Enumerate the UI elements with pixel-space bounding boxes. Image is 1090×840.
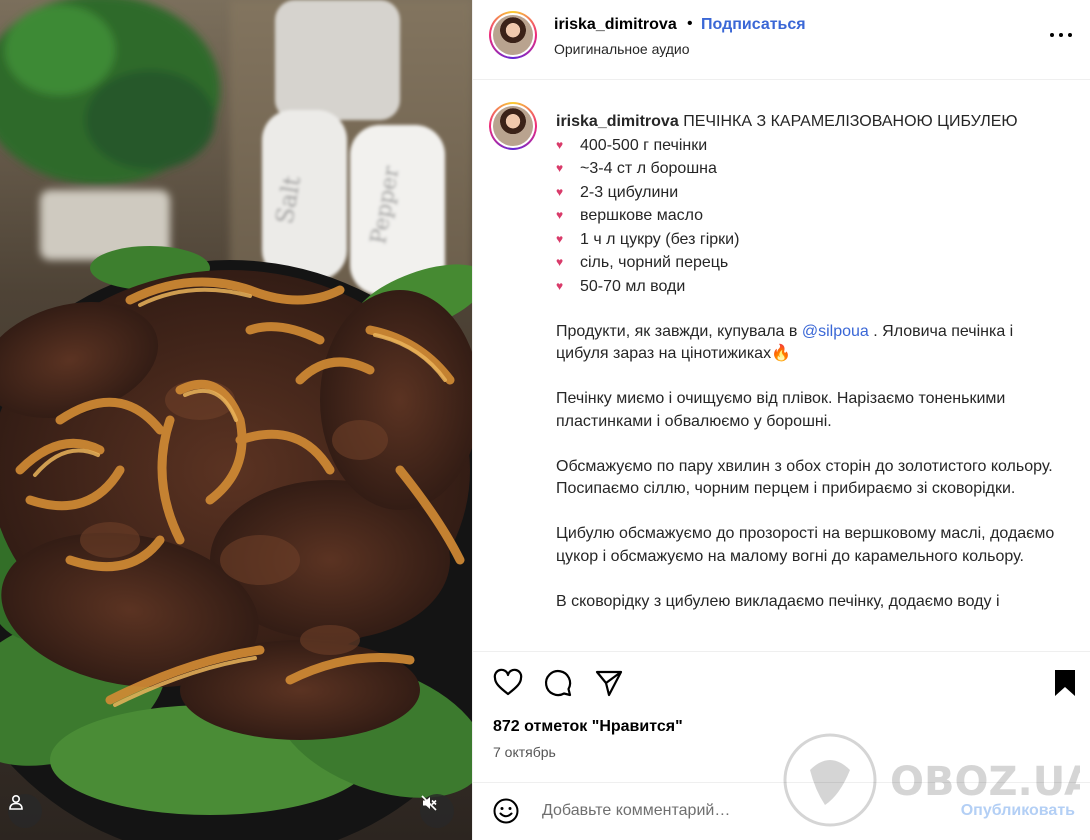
emoji-icon[interactable]	[493, 798, 519, 824]
heart-bullet-icon: ♥	[556, 278, 564, 293]
ingredient-item: ♥ 50-70 мл води	[556, 275, 1056, 299]
heart-bullet-icon: ♥	[556, 231, 564, 246]
tagged-users-button[interactable]	[8, 794, 42, 828]
user-icon	[9, 794, 23, 810]
speaker-muted-icon	[421, 795, 437, 811]
caption-paragraph: Продукти, як завжди, купувала в @silpoua…	[556, 322, 1014, 363]
author-username[interactable]: iriska_dimitrova	[554, 16, 677, 34]
caption-paragraph: Обсмажуємо по пару хвилин з обох сторін …	[556, 457, 1053, 498]
food-photo: Salt Pepper	[0, 0, 472, 840]
comment-icon[interactable]	[543, 668, 573, 698]
audio-link[interactable]: Оригинальное аудио	[554, 41, 690, 57]
separator-dot: •	[687, 15, 693, 32]
more-options-icon[interactable]	[1050, 33, 1072, 41]
mute-button[interactable]	[420, 794, 454, 828]
caption-scroll-area[interactable]: iriska_dimitrova ПЕЧІНКА З КАРАМЕЛІЗОВАН…	[473, 81, 1090, 651]
follow-button[interactable]: Подписаться	[701, 16, 806, 34]
heart-bullet-icon: ♥	[556, 255, 564, 269]
heart-icon[interactable]	[493, 668, 523, 698]
heart-bullet-icon: ♥	[556, 161, 564, 175]
post-caption: iriska_dimitrova ПЕЧІНКА З КАРАМЕЛІЗОВАН…	[556, 111, 1056, 613]
caption-author-avatar[interactable]	[489, 102, 537, 150]
post-header: iriska_dimitrova • Подписаться Оригиналь…	[473, 0, 1090, 80]
post-media[interactable]: Salt Pepper	[0, 0, 472, 840]
heart-bullet-icon: ♥	[556, 208, 564, 222]
oboz-watermark: OBOZ.UA	[783, 733, 1080, 827]
post-side-panel: iriska_dimitrova • Подписаться Оригиналь…	[472, 0, 1090, 840]
heart-bullet-icon: ♥	[556, 137, 564, 152]
caption-title: ПЕЧІНКА З КАРАМЕЛІЗОВАНОЮ ЦИБУЛЕЮ	[683, 113, 1018, 130]
ingredient-item: ♥ сіль, чорний перець	[556, 251, 1056, 275]
ingredient-item: ♥ вершкове масло	[556, 204, 1056, 228]
share-icon[interactable]	[594, 668, 624, 698]
ingredient-item: ♥ ~3-4 ст л борошна	[556, 157, 1056, 181]
heart-bullet-icon: ♥	[556, 184, 564, 199]
caption-paragraph: Печінку миємо і очищуємо від плівок. Нар…	[556, 390, 1006, 430]
likes-count[interactable]: 872 отметок "Нравится"	[493, 718, 683, 736]
ingredient-item: ♥ 2-3 цибулини	[556, 181, 1056, 205]
caption-paragraph: В сковорідку з цибулею викладаємо печінк…	[556, 592, 1000, 610]
watermark-text: OBOZ.UA	[890, 759, 1080, 805]
bookmark-icon[interactable]	[1050, 668, 1080, 698]
mention-link[interactable]: @silpoua	[802, 323, 869, 340]
ingredient-item: ♥ 400-500 г печінки	[556, 134, 1056, 158]
caption-paragraph: Цибулю обсмажуємо до прозорості на вершк…	[556, 525, 1055, 565]
action-bar	[473, 651, 1090, 713]
caption-username[interactable]: iriska_dimitrova	[556, 113, 679, 130]
ingredient-item: ♥ 1 ч л цукру (без гірки)	[556, 228, 1056, 252]
author-avatar[interactable]	[489, 11, 537, 59]
post-date[interactable]: 7 октябрь	[493, 744, 556, 760]
